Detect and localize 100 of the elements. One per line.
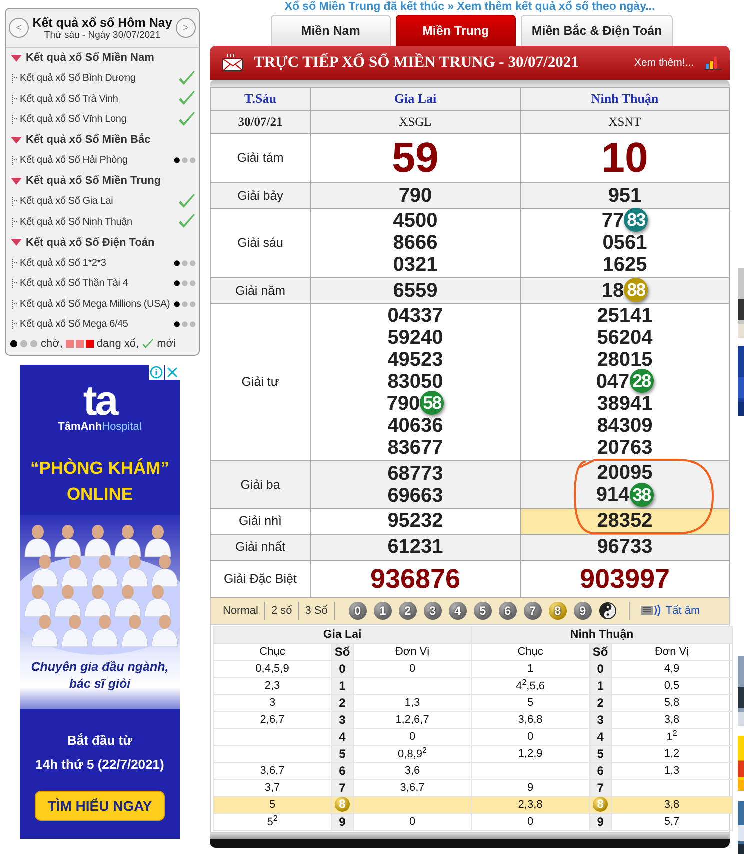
group-title[interactable]: Kết quả xổ Số Miền Bắc	[26, 134, 151, 146]
column-header: Đơn Vị	[612, 643, 732, 660]
table-cell: 3,7	[214, 779, 332, 796]
table-cell: 1,2,6,7	[354, 711, 472, 728]
more-link[interactable]: Xem thêm!...	[634, 57, 694, 69]
prize-number: 0321	[392, 254, 439, 276]
digit-cell: 5	[597, 746, 604, 761]
tree-line-icon	[12, 279, 17, 288]
lottery-link[interactable]: Kết quả xổ Số Mega 6/45	[20, 319, 128, 330]
lottery-link[interactable]: Kết quả xổ Số Thần Tài 4	[20, 278, 128, 290]
ad-tagline: bác sĩ giỏi	[69, 676, 131, 693]
prize-number: 20095	[596, 462, 654, 484]
digit-cell: 8	[593, 797, 608, 812]
prize-label: Giải Đặc Biệt	[210, 560, 310, 598]
tree-line-icon	[12, 74, 17, 84]
table-cell: 1	[472, 660, 590, 678]
digit-cell: 0	[597, 662, 604, 676]
column-header: Số	[590, 643, 612, 660]
group-title[interactable]: Kết quả xổ Số Điện Toán	[26, 236, 155, 249]
mute-link[interactable]: Tất âm	[666, 604, 700, 617]
group-title[interactable]: Kết quả xổ Số Miền Trung	[26, 175, 162, 188]
lottery-link[interactable]: Kết quả xổ Số Bình Dương	[20, 73, 136, 84]
speaker-icon[interactable]	[640, 604, 662, 618]
triangle-icon	[11, 54, 22, 62]
prize-number: 1625	[602, 254, 648, 276]
table-cell: 5	[472, 694, 590, 712]
lottery-link[interactable]: Kết quả xổ Số 1*2*3	[20, 258, 106, 269]
triangle-icon	[11, 239, 22, 246]
prize-number: 83677	[386, 437, 444, 460]
tree-line-icon	[12, 320, 17, 330]
digit-cell: 6	[597, 764, 604, 778]
lottery-link[interactable]: Kết quả xổ Số Trà Vinh	[20, 94, 118, 105]
cta-button[interactable]: TÌM HIỂU NGAY	[34, 791, 166, 821]
table-cell: 3,6,7	[214, 762, 332, 780]
digit-cell: 2	[339, 696, 346, 710]
table-cell: 0,4,5,9	[214, 660, 332, 678]
digit-cell: 3	[339, 712, 346, 727]
lottery-link[interactable]: Kết quả xổ Số Mega Millions (USA)	[20, 298, 170, 310]
table-cell: 2,6,7	[214, 711, 332, 728]
table-cell: 3,6,8	[472, 711, 590, 728]
lottery-link[interactable]: Kết quả xổ Số Ninh Thuận	[20, 216, 132, 228]
table-cell: 5,7	[612, 813, 732, 830]
digit-cell: 7	[339, 780, 346, 795]
region-tab[interactable]: Miền Trung	[396, 15, 516, 46]
region-tab[interactable]: Miền Nam	[270, 15, 391, 46]
status-squares-icon	[66, 340, 94, 348]
table-cell: 1,3	[354, 694, 472, 712]
mode-button[interactable]: Normal	[217, 602, 266, 620]
ad-headline: “PHÒNG KHÁM”	[30, 457, 170, 480]
digit-cell: 9	[339, 814, 346, 829]
digit-cell: 8	[335, 797, 350, 812]
prize-number: 951	[607, 184, 643, 206]
mode-button[interactable]: 2 số	[265, 602, 300, 620]
digit-cell: 5	[339, 746, 346, 761]
digit-cell: 6	[339, 764, 346, 778]
tree-line-icon	[12, 258, 17, 268]
prize-number: 04337	[386, 305, 444, 328]
table-cell: 0	[354, 813, 472, 830]
prize-number: 8666	[392, 232, 439, 254]
prize-number: 38941	[596, 393, 654, 416]
prize-number: 61231	[386, 536, 444, 558]
section-header: Gia Lai	[214, 626, 472, 644]
table-cell: 3,8	[612, 796, 732, 814]
lottery-link[interactable]: Kết quả xổ Số Hải Phòng	[20, 155, 128, 166]
table-cell: 9	[472, 779, 590, 796]
province-code: XSNT	[520, 110, 730, 134]
mode-button[interactable]: 3 Số	[299, 602, 335, 620]
table-cell: 5	[214, 796, 332, 814]
ad-banner[interactable]: ta TâmAnhHospital “PHÒNG KHÁM” ONLINE Chuyên gia đầu ngành, bác sĩ giỏi Bắt đầu từ 14h thứ 5 (22/7/2021) TÌM HIỂU NGAY	[20, 365, 180, 839]
prize-number: 0561	[602, 232, 648, 254]
table-cell: 3,6	[354, 762, 472, 780]
digit-cell: 4	[597, 730, 604, 744]
prize-number: 95232	[386, 510, 444, 532]
group-title[interactable]: Kết quả xổ Số Miền Nam	[26, 52, 154, 64]
tree-line-icon	[12, 197, 17, 206]
yin-yang-icon[interactable]	[598, 602, 617, 620]
lottery-link[interactable]: Kết quả xổ Số Vĩnh Long	[20, 114, 127, 126]
bar-chart-icon	[704, 56, 722, 70]
table-cell: 0	[472, 813, 590, 830]
info-icon[interactable]	[149, 365, 164, 380]
prize-label: Giải nhất	[210, 534, 310, 560]
triangle-icon	[11, 178, 22, 185]
table-cell: 4$^{2}$,5,6	[472, 677, 590, 694]
table-cell: 5,8	[612, 694, 732, 712]
prize-number: 83050	[386, 371, 444, 394]
table-cell: 3,6,7	[354, 779, 472, 796]
prize-number: 28015	[596, 349, 654, 372]
table-cell: 0	[472, 728, 590, 746]
prize-number: 40636	[386, 415, 444, 438]
status-dots-icon	[10, 340, 38, 348]
table-header: T.Sáu	[210, 88, 310, 110]
lottery-link[interactable]: Kết quả xổ Số Gia Lai	[20, 196, 114, 208]
date-cell: 30/07/21	[210, 110, 310, 134]
prize-label: Giải năm	[210, 278, 310, 304]
column-header: Số	[332, 643, 354, 660]
prize-number: 790	[398, 184, 434, 206]
table-cell: 1,3	[612, 762, 732, 780]
region-tab[interactable]: Miền Bắc & Điện Toán	[520, 15, 674, 46]
table-cell: 0	[354, 728, 472, 746]
prize-number: 56204	[596, 327, 654, 350]
